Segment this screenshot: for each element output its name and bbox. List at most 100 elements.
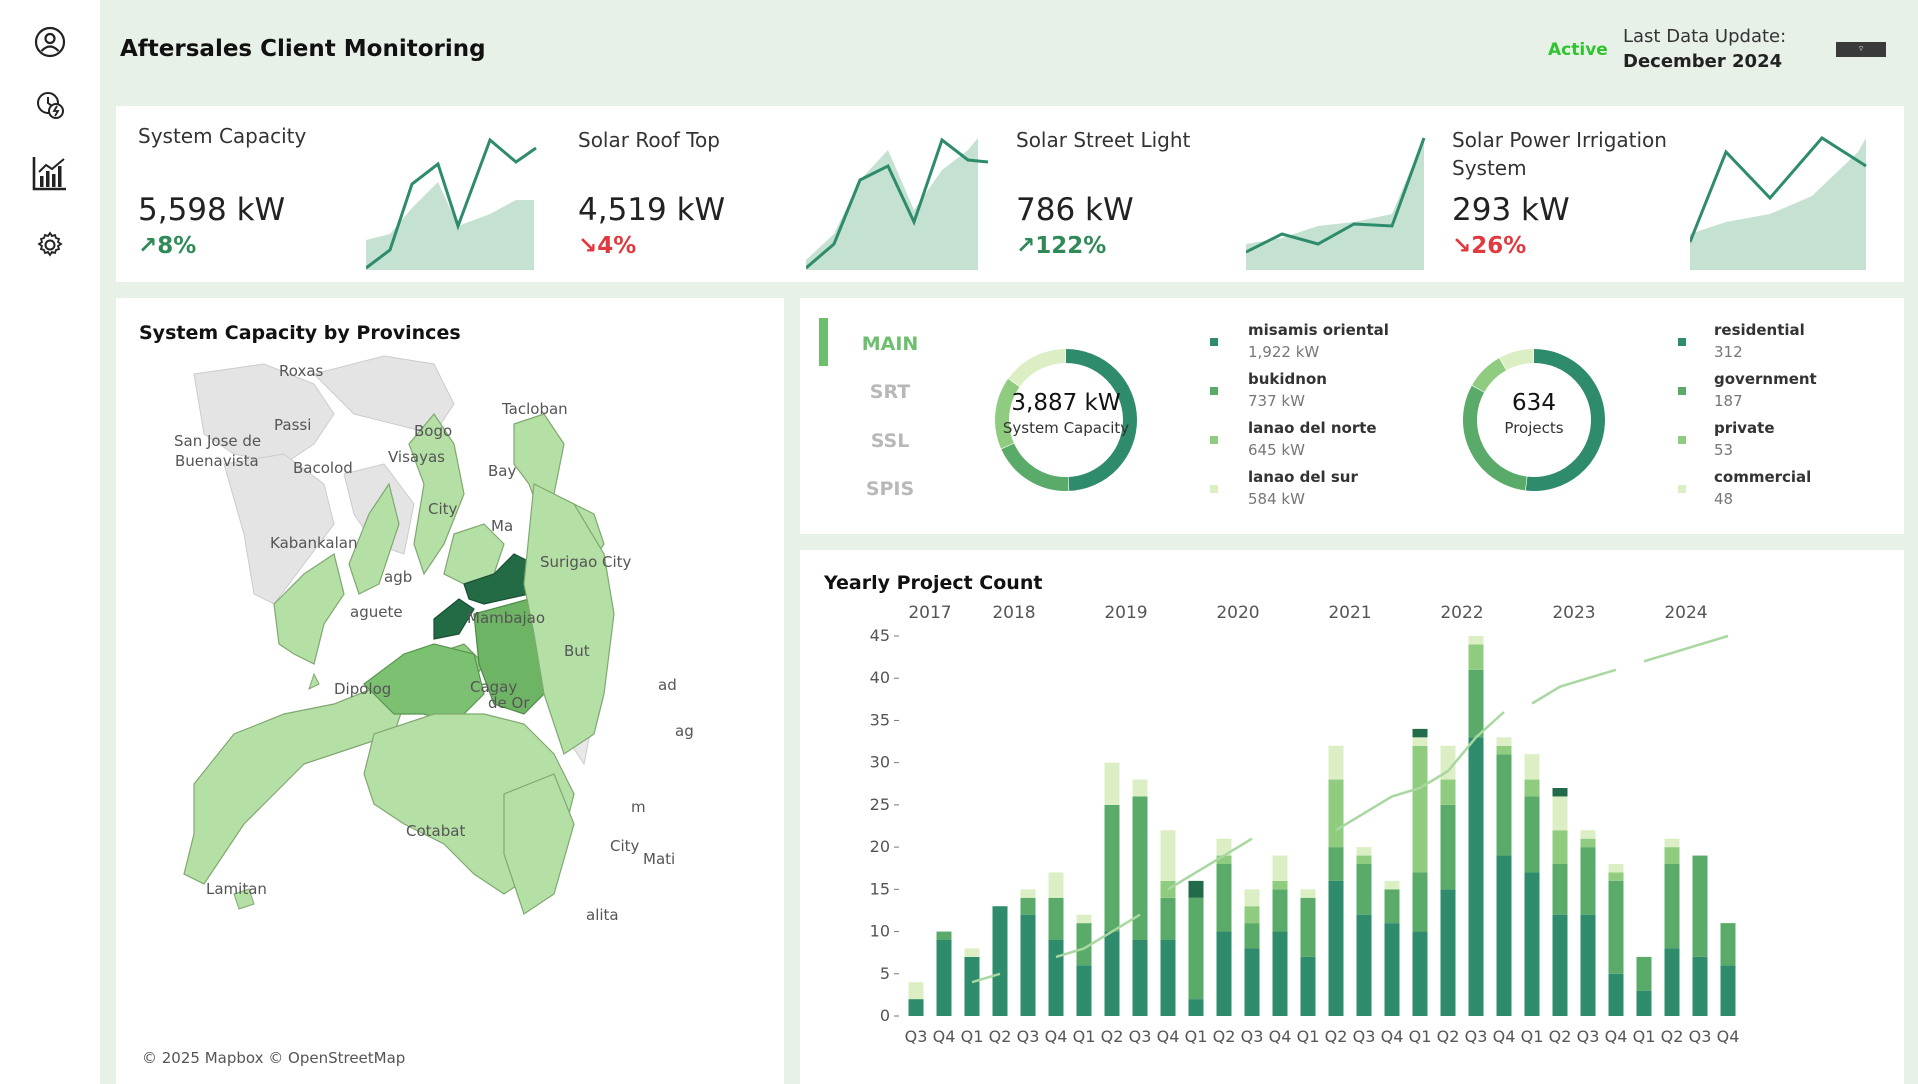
bar-segment[interactable] (1580, 914, 1596, 1016)
bar-segment[interactable] (1188, 897, 1204, 1000)
bar-segment[interactable] (1384, 923, 1400, 1016)
bar-segment[interactable] (1608, 880, 1624, 974)
bar-segment[interactable] (1412, 737, 1428, 746)
bar-segment[interactable] (1524, 796, 1540, 873)
bar-segment[interactable] (1272, 889, 1288, 932)
bar-segment[interactable] (1048, 940, 1064, 1016)
tab-spis[interactable]: SPIS (840, 478, 940, 500)
bar-segment[interactable] (1608, 872, 1624, 881)
bar-segment[interactable] (1020, 914, 1036, 1016)
bar-segment[interactable] (1076, 914, 1092, 924)
bar-segment[interactable] (992, 906, 1008, 1016)
bar-segment[interactable] (1048, 872, 1064, 898)
bar-segment[interactable] (1412, 931, 1428, 1016)
bar-segment[interactable] (1608, 973, 1624, 1016)
bar-segment[interactable] (1468, 737, 1484, 1016)
yearly-project-chart[interactable]: 0 5 10 15 20 25 30 35 40 45 2017 2018 2019 2020 2021 20… (800, 594, 1904, 1084)
bar-segment[interactable] (1720, 965, 1736, 1016)
gear-icon[interactable] (30, 225, 70, 265)
bar-segment[interactable] (1608, 864, 1624, 873)
bar-segment[interactable] (1580, 847, 1596, 915)
tab-main[interactable]: MAIN (840, 333, 940, 355)
bar-segment[interactable] (1160, 940, 1176, 1016)
bar-segment[interactable] (1552, 796, 1568, 831)
bar-segment[interactable] (1552, 788, 1568, 797)
bar-segment[interactable] (1188, 999, 1204, 1016)
bar-segment[interactable] (1132, 779, 1148, 797)
bar-segment[interactable] (1664, 847, 1680, 864)
bar-segment[interactable] (1412, 728, 1428, 738)
bar-segment[interactable] (1412, 872, 1428, 932)
bar-segment[interactable] (1356, 864, 1372, 915)
projects-slice[interactable] (1472, 358, 1507, 393)
bar-segment[interactable] (1524, 872, 1540, 1016)
bar-segment[interactable] (1048, 897, 1064, 940)
bar-segment[interactable] (964, 948, 980, 957)
bar-segment[interactable] (1580, 838, 1596, 848)
bar-segment[interactable] (1496, 855, 1512, 1016)
bar-segment[interactable] (1384, 889, 1400, 924)
bar-segment[interactable] (1580, 830, 1596, 839)
bar-segment[interactable] (1384, 880, 1400, 890)
tab-ssl[interactable]: SSL (840, 430, 940, 452)
bar-segment[interactable] (1552, 830, 1568, 864)
bar-segment[interactable] (1188, 880, 1204, 898)
bar-segment[interactable] (936, 931, 952, 940)
bar-segment[interactable] (1076, 965, 1092, 1016)
bar-segment[interactable] (1636, 990, 1652, 1016)
bar-segment[interactable] (1328, 745, 1344, 780)
bar-segment[interactable] (1496, 754, 1512, 856)
capacity-slice[interactable] (1008, 349, 1066, 387)
analytics-chart-icon[interactable] (30, 153, 70, 193)
bar-segment[interactable] (1552, 864, 1568, 915)
bar-segment[interactable] (1552, 914, 1568, 1016)
bar-segment[interactable] (1664, 864, 1680, 949)
bar-segment[interactable] (1300, 956, 1316, 1016)
bar-segment[interactable] (1272, 855, 1288, 881)
bar-segment[interactable] (936, 940, 952, 1016)
bar-segment[interactable] (1636, 956, 1652, 991)
bar-segment[interactable] (1300, 889, 1316, 898)
bar-segment[interactable] (1272, 931, 1288, 1016)
bar-segment[interactable] (1160, 880, 1176, 898)
bar-segment[interactable] (1328, 880, 1344, 1016)
bar-segment[interactable] (1356, 914, 1372, 1016)
bar-segment[interactable] (1244, 948, 1260, 1016)
bar-segment[interactable] (1020, 897, 1036, 915)
bar-segment[interactable] (1356, 855, 1372, 864)
bar-segment[interactable] (1160, 897, 1176, 940)
bar-segment[interactable] (1692, 855, 1708, 957)
bar-segment[interactable] (1328, 779, 1344, 848)
bar-segment[interactable] (1216, 931, 1232, 1016)
bar-segment[interactable] (1440, 804, 1456, 890)
bar-segment[interactable] (1664, 948, 1680, 1016)
bar-segment[interactable] (1244, 923, 1260, 949)
bar-segment[interactable] (1440, 779, 1456, 805)
bar-segment[interactable] (1720, 923, 1736, 966)
bar-segment[interactable] (1272, 880, 1288, 890)
bar-segment[interactable] (1216, 864, 1232, 932)
bar-segment[interactable] (1440, 889, 1456, 1016)
bar-segment[interactable] (1664, 838, 1680, 848)
bar-segment[interactable] (1692, 956, 1708, 1016)
bar-segment[interactable] (1524, 779, 1540, 797)
bar-segment[interactable] (1244, 906, 1260, 924)
options-menu-button[interactable]: ▿ (1836, 42, 1886, 57)
bar-segment[interactable] (964, 956, 980, 1016)
solar-energy-icon[interactable] (30, 85, 70, 125)
bar-segment[interactable] (1468, 636, 1484, 645)
capacity-slice[interactable] (1001, 443, 1069, 491)
bar-segment[interactable] (1496, 745, 1512, 755)
bar-segment[interactable] (908, 982, 924, 1000)
bar-segment[interactable] (1300, 897, 1316, 957)
bar-segment[interactable] (1104, 804, 1120, 932)
tab-srt[interactable]: SRT (840, 381, 940, 403)
bar-segment[interactable] (1412, 745, 1428, 873)
user-icon[interactable] (30, 22, 70, 62)
bar-segment[interactable] (1496, 737, 1512, 746)
projects-slice[interactable] (1499, 349, 1534, 371)
bar-segment[interactable] (1356, 847, 1372, 856)
bar-segment[interactable] (1160, 830, 1176, 881)
bar-segment[interactable] (1468, 669, 1484, 738)
bar-segment[interactable] (1132, 940, 1148, 1016)
